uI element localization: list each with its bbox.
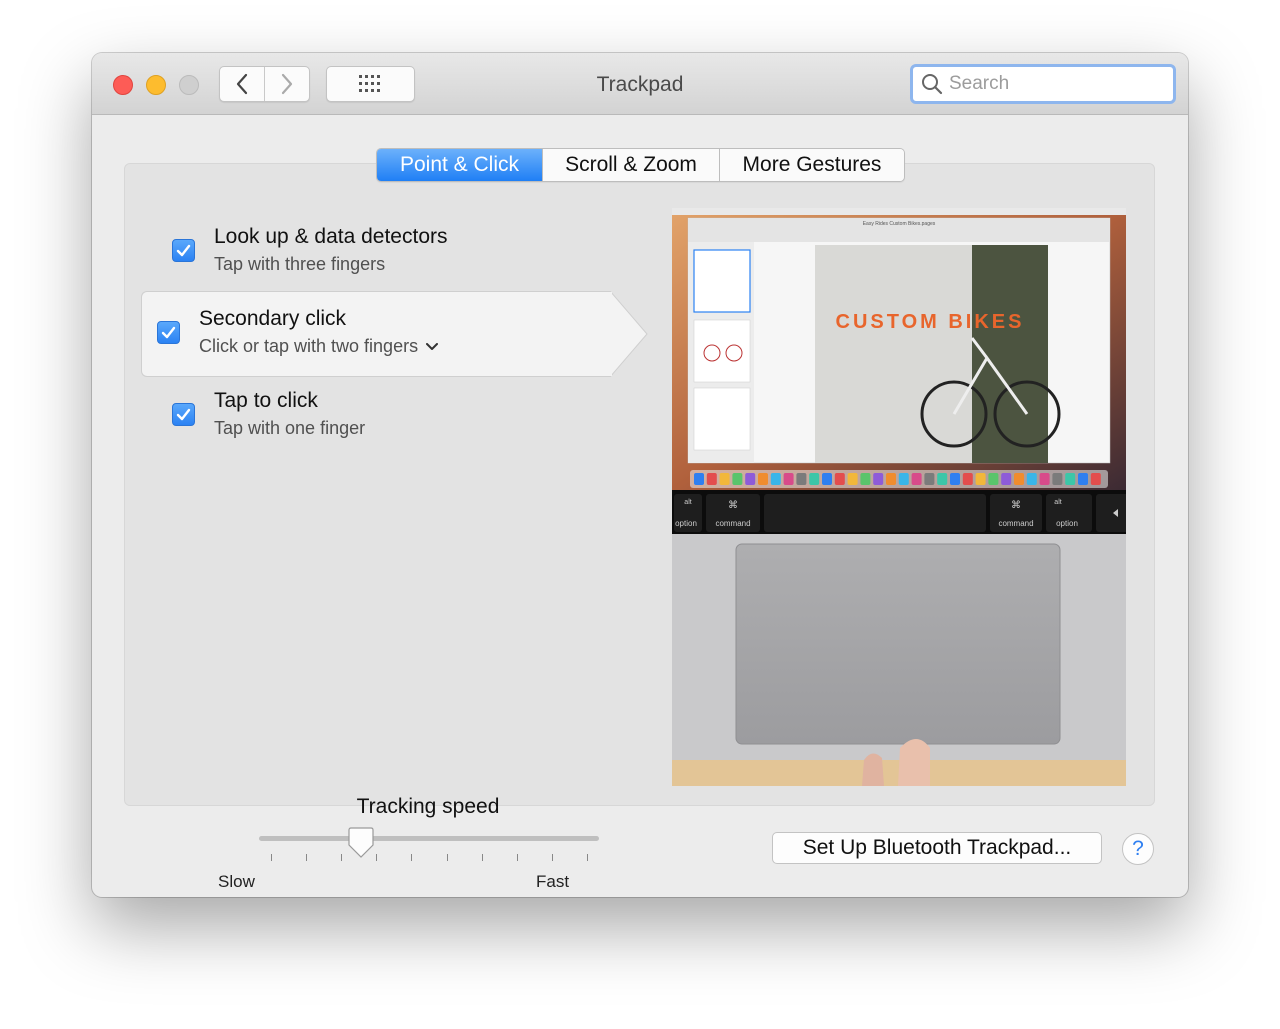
dock-app-icon bbox=[847, 473, 858, 485]
tab-more-gestures[interactable]: More Gestures bbox=[719, 149, 904, 181]
svg-text:alt: alt bbox=[1054, 499, 1061, 506]
checkmark-icon bbox=[176, 244, 191, 257]
dock-app-icon bbox=[1001, 473, 1012, 485]
macbook-illustration: Easy Rides Custom Bikes.pages CUSTOM BIK… bbox=[672, 208, 1126, 786]
gesture-preview-video: Easy Rides Custom Bikes.pages CUSTOM BIK… bbox=[672, 208, 1126, 786]
checkmark-icon bbox=[161, 326, 176, 339]
dock-app-icon bbox=[962, 473, 973, 485]
slow-label: Slow bbox=[218, 872, 255, 891]
option-title: Tap to click bbox=[214, 389, 318, 412]
option-lookup[interactable]: Look up & data detectors Tap with three … bbox=[157, 216, 682, 302]
secondary-click-checkbox[interactable] bbox=[157, 321, 180, 344]
option-subtitle-text: Tap with one finger bbox=[214, 418, 366, 438]
slider-tick bbox=[306, 854, 308, 861]
dock-app-icon bbox=[937, 473, 948, 485]
slider-tick bbox=[446, 854, 448, 861]
slider-tick bbox=[376, 854, 378, 861]
page-thumbnail bbox=[693, 249, 751, 313]
dock-app-icon bbox=[783, 473, 794, 485]
setup-bluetooth-trackpad-button[interactable]: Set Up Bluetooth Trackpad... bbox=[772, 832, 1102, 864]
secondary-click-popup[interactable]: Click or tap with two fingers bbox=[199, 336, 439, 357]
svg-text:⌘: ⌘ bbox=[1011, 500, 1021, 511]
slider-tick bbox=[411, 854, 413, 861]
slider-ticks bbox=[271, 854, 588, 862]
svg-text:option: option bbox=[675, 519, 697, 528]
tap-to-click-checkbox[interactable] bbox=[172, 403, 195, 426]
finger bbox=[898, 739, 930, 786]
dock-app-icon bbox=[706, 473, 717, 485]
option-subtitle-text: Tap with three fingers bbox=[214, 254, 386, 274]
option-subtitle-text: Click or tap with two fingers bbox=[199, 336, 419, 356]
chevron-down-icon bbox=[426, 342, 439, 350]
dock-app-icon bbox=[873, 473, 884, 485]
dock-app-icon bbox=[911, 473, 922, 485]
tab-scroll-zoom[interactable]: Scroll & Zoom bbox=[542, 149, 719, 181]
dock-app-icon bbox=[1014, 473, 1024, 485]
dock-app-icon bbox=[822, 473, 832, 485]
svg-text:⌘: ⌘ bbox=[728, 500, 738, 511]
dock-app-icon bbox=[898, 473, 909, 485]
key-space bbox=[764, 494, 986, 532]
option-secondary-click[interactable]: Secondary click Click or tap with two fi… bbox=[141, 291, 648, 377]
finger bbox=[862, 753, 884, 786]
lookup-checkbox[interactable] bbox=[172, 239, 195, 262]
dock-app-icon bbox=[796, 473, 807, 485]
option-title: Look up & data detectors bbox=[214, 225, 448, 248]
page-thumbnail bbox=[693, 387, 751, 451]
dock-app-icon bbox=[1039, 473, 1050, 485]
document-headline: CUSTOM BIKES bbox=[836, 311, 1025, 333]
dock-app-icon bbox=[758, 473, 768, 485]
help-button[interactable]: ? bbox=[1122, 833, 1154, 865]
slider-tick bbox=[587, 854, 588, 861]
slider-tick bbox=[271, 854, 272, 861]
svg-text:option: option bbox=[1056, 519, 1078, 528]
option-subtitle: Tap with three fingers bbox=[214, 254, 385, 275]
dock-app-icon bbox=[886, 473, 896, 485]
dock-app-icon bbox=[860, 473, 871, 485]
option-title: Secondary click bbox=[199, 307, 347, 330]
checkmark-icon bbox=[176, 408, 191, 421]
dock-app-icon bbox=[1065, 473, 1076, 485]
dock-app-icon bbox=[834, 473, 845, 485]
dock-app-icon bbox=[975, 473, 986, 485]
title-bar: Trackpad bbox=[92, 53, 1188, 115]
option-tap-to-click[interactable]: Tap to click Tap with one finger bbox=[157, 380, 682, 466]
dock-app-icon bbox=[950, 473, 960, 485]
key-arrow-left bbox=[1096, 494, 1126, 532]
dock-app-icon bbox=[694, 473, 704, 485]
dock-app-icon bbox=[719, 473, 730, 485]
search-icon bbox=[922, 74, 943, 95]
dock-app-icon bbox=[988, 473, 999, 485]
slider-tick bbox=[481, 854, 483, 861]
dock-app-icon bbox=[1090, 473, 1101, 485]
svg-text:command: command bbox=[998, 519, 1033, 528]
search-field[interactable] bbox=[910, 64, 1176, 104]
trackpad-surface bbox=[735, 543, 1061, 745]
dock-app-icon bbox=[1026, 473, 1037, 485]
dock-app-icon bbox=[1052, 473, 1063, 485]
selection-arrow bbox=[610, 291, 648, 377]
tab-bar: Point & Click Scroll & Zoom More Gesture… bbox=[376, 148, 905, 182]
slider-tick bbox=[341, 854, 343, 861]
svg-text:command: command bbox=[715, 519, 750, 528]
trackpad-window: Trackpad Look up & data detectors Tap wi… bbox=[92, 53, 1188, 897]
menu-bar bbox=[672, 208, 1126, 215]
slider-tick bbox=[516, 854, 518, 861]
dock-app-icon bbox=[809, 473, 820, 485]
pages-doc-title: Easy Rides Custom Bikes.pages bbox=[863, 221, 936, 227]
dock-app-icon bbox=[732, 473, 743, 485]
slider-tick bbox=[551, 854, 553, 861]
search-input[interactable] bbox=[949, 73, 1159, 95]
tracking-speed-label: Tracking speed bbox=[356, 795, 500, 818]
tab-point-click[interactable]: Point & Click bbox=[377, 149, 542, 181]
dock-app-icon bbox=[770, 473, 781, 485]
dock-app-icon bbox=[1078, 473, 1088, 485]
slider-thumb[interactable] bbox=[347, 827, 375, 859]
dock-app-icon bbox=[924, 473, 935, 485]
tracking-speed-slider[interactable] bbox=[259, 836, 599, 841]
fast-label: Fast bbox=[536, 872, 570, 891]
dock-app-icon bbox=[745, 473, 756, 485]
svg-text:alt: alt bbox=[684, 499, 691, 506]
option-subtitle: Tap with one finger bbox=[214, 418, 365, 439]
